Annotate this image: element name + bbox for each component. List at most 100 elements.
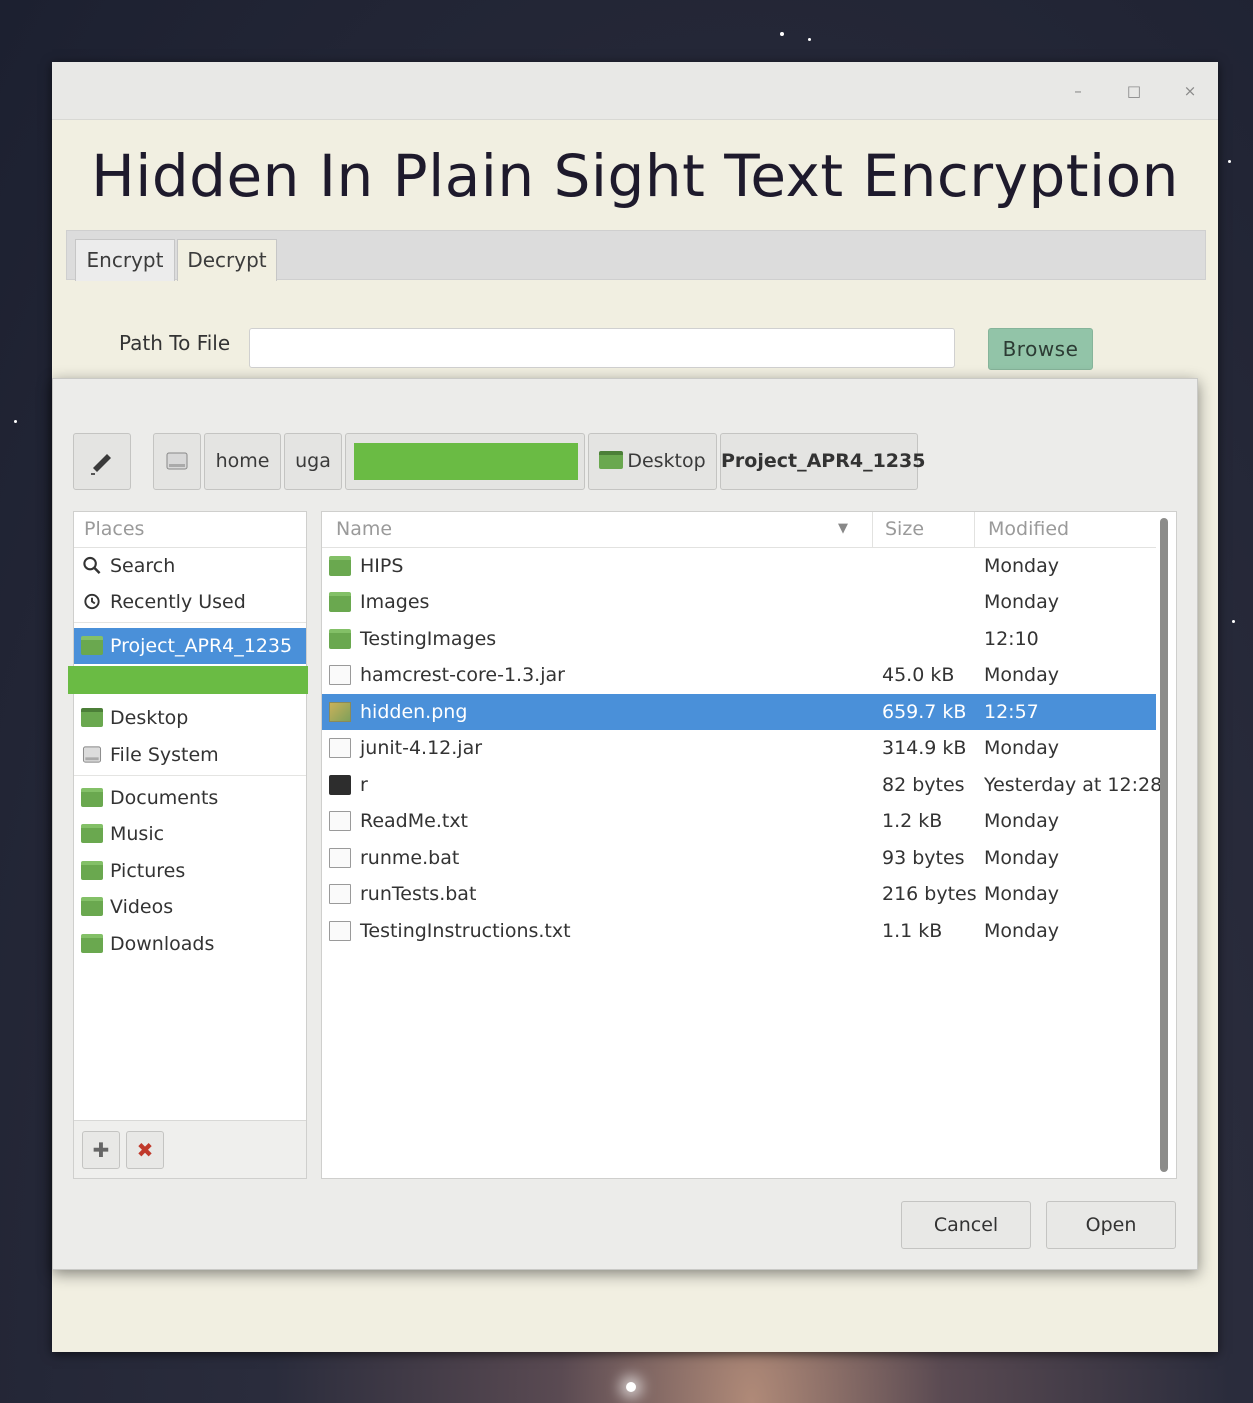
place-label: Downloads <box>110 933 215 955</box>
drive-icon <box>166 452 188 470</box>
path-root-button[interactable] <box>153 433 201 490</box>
places-sidebar: Places Search Recently Used Project_APR4… <box>68 511 308 1179</box>
file-list: Name ▼ Size Modified HIPS Monday Images … <box>321 511 1177 1179</box>
file-modified: Monday <box>984 737 1060 759</box>
file-modified: Monday <box>984 847 1060 869</box>
file-row[interactable]: TestingInstructions.txt 1.1 kB Monday <box>322 913 1156 949</box>
place-desktop[interactable]: Desktop <box>74 700 306 736</box>
place-label: Recently Used <box>110 591 246 613</box>
file-modified: Monday <box>984 664 1060 686</box>
column-name-header[interactable]: Name <box>336 512 392 548</box>
file-size: 82 bytes <box>882 774 965 796</box>
place-project-folder[interactable]: Project_APR4_1235 <box>74 628 306 664</box>
separator <box>74 622 306 623</box>
file-modified: Monday <box>984 883 1060 905</box>
file-row[interactable]: hamcrest-core-1.3.jar 45.0 kB Monday <box>322 657 1156 693</box>
file-row[interactable]: ReadMe.txt 1.2 kB Monday <box>322 803 1156 839</box>
star <box>14 420 17 423</box>
maximize-button[interactable]: □ <box>1122 80 1146 102</box>
cancel-button[interactable]: Cancel <box>901 1201 1031 1249</box>
file-size: 659.7 kB <box>882 701 967 723</box>
folder-icon <box>329 629 351 649</box>
file-name: hidden.png <box>360 701 468 723</box>
file-modified: Monday <box>984 555 1060 577</box>
place-videos[interactable]: Videos <box>74 889 306 925</box>
file-name: TestingInstructions.txt <box>360 920 571 942</box>
file-size: 314.9 kB <box>882 737 967 759</box>
desktop-icon <box>81 708 103 727</box>
file-row[interactable]: r 82 bytes Yesterday at 12:28 <box>322 767 1162 803</box>
scrollbar[interactable] <box>1160 518 1168 1172</box>
image-icon <box>329 702 351 722</box>
pencil-icon <box>91 454 111 475</box>
minimize-button[interactable]: – <box>1066 80 1090 102</box>
file-row[interactable]: runme.bat 93 bytes Monday <box>322 840 1156 876</box>
file-row[interactable]: HIPS Monday <box>322 548 1156 584</box>
path-to-file-input[interactable] <box>249 328 955 368</box>
star <box>780 32 784 36</box>
redaction-block <box>354 443 578 480</box>
place-label: Desktop <box>110 707 189 729</box>
file-row[interactable]: runTests.bat 216 bytes Monday <box>322 876 1156 912</box>
file-name: r <box>360 774 368 796</box>
location-edit-button[interactable] <box>73 433 131 490</box>
file-size: 45.0 kB <box>882 664 955 686</box>
star <box>1228 160 1231 163</box>
file-size: 93 bytes <box>882 847 965 869</box>
file-list-header: Name ▼ Size Modified <box>322 512 1156 548</box>
place-pictures[interactable]: Pictures <box>74 853 306 889</box>
star <box>808 38 811 41</box>
file-size: 216 bytes <box>882 883 977 905</box>
place-label: Music <box>110 823 165 845</box>
sort-down-icon[interactable]: ▼ <box>838 512 848 548</box>
folder-icon <box>329 556 351 576</box>
file-row[interactable]: Images Monday <box>322 584 1156 620</box>
column-divider <box>974 512 975 548</box>
places-footer: ✚ ✖ <box>74 1120 306 1178</box>
file-name: TestingImages <box>360 628 497 650</box>
column-modified-header[interactable]: Modified <box>988 512 1069 548</box>
binary-file-icon <box>329 884 351 904</box>
path-segment-project[interactable]: Project_APR4_1235 <box>720 433 925 490</box>
file-modified: 12:10 <box>984 628 1039 650</box>
file-name: hamcrest-core-1.3.jar <box>360 664 565 686</box>
path-segment-redacted[interactable] <box>345 433 585 490</box>
close-button[interactable]: × <box>1178 80 1202 102</box>
tab-encrypt[interactable]: Encrypt <box>75 239 175 281</box>
file-row-selected[interactable]: hidden.png 659.7 kB 12:57 <box>322 694 1156 730</box>
file-name: runme.bat <box>360 847 460 869</box>
place-label: File System <box>110 744 219 766</box>
folder-icon <box>81 636 103 655</box>
file-row[interactable]: junit-4.12.jar 314.9 kB Monday <box>322 730 1156 766</box>
column-size-header[interactable]: Size <box>885 512 924 548</box>
file-name: HIPS <box>360 555 404 577</box>
path-segment-desktop-label: Desktop <box>627 450 706 472</box>
file-name: junit-4.12.jar <box>360 737 483 759</box>
place-recently-used[interactable]: Recently Used <box>74 584 306 620</box>
path-segment-home[interactable]: home <box>204 433 281 490</box>
pictures-folder-icon <box>81 861 103 880</box>
place-label: Pictures <box>110 860 186 882</box>
place-documents[interactable]: Documents <box>74 780 306 816</box>
remove-bookmark-button[interactable]: ✖ <box>126 1131 164 1169</box>
place-music[interactable]: Music <box>74 816 306 852</box>
path-segment-uga[interactable]: uga <box>284 433 342 490</box>
file-name: runTests.bat <box>360 883 477 905</box>
path-segment-desktop[interactable]: Desktop <box>588 433 717 490</box>
place-search[interactable]: Search <box>74 548 306 584</box>
place-file-system[interactable]: File System <box>74 737 306 773</box>
file-modified: 12:57 <box>984 701 1039 723</box>
app-title: Hidden In Plain Sight Text Encryption <box>91 142 1179 210</box>
place-downloads[interactable]: Downloads <box>74 926 306 962</box>
browse-button[interactable]: Browse <box>988 328 1093 370</box>
file-modified: Monday <box>984 591 1060 613</box>
music-folder-icon <box>81 824 103 843</box>
open-button[interactable]: Open <box>1046 1201 1176 1249</box>
add-bookmark-button[interactable]: ✚ <box>82 1131 120 1169</box>
file-name: Images <box>360 591 430 613</box>
text-file-icon <box>329 921 351 941</box>
file-row[interactable]: TestingImages 12:10 <box>322 621 1156 657</box>
drive-icon <box>82 746 102 763</box>
documents-folder-icon <box>81 788 103 807</box>
tab-decrypt[interactable]: Decrypt <box>177 239 277 281</box>
